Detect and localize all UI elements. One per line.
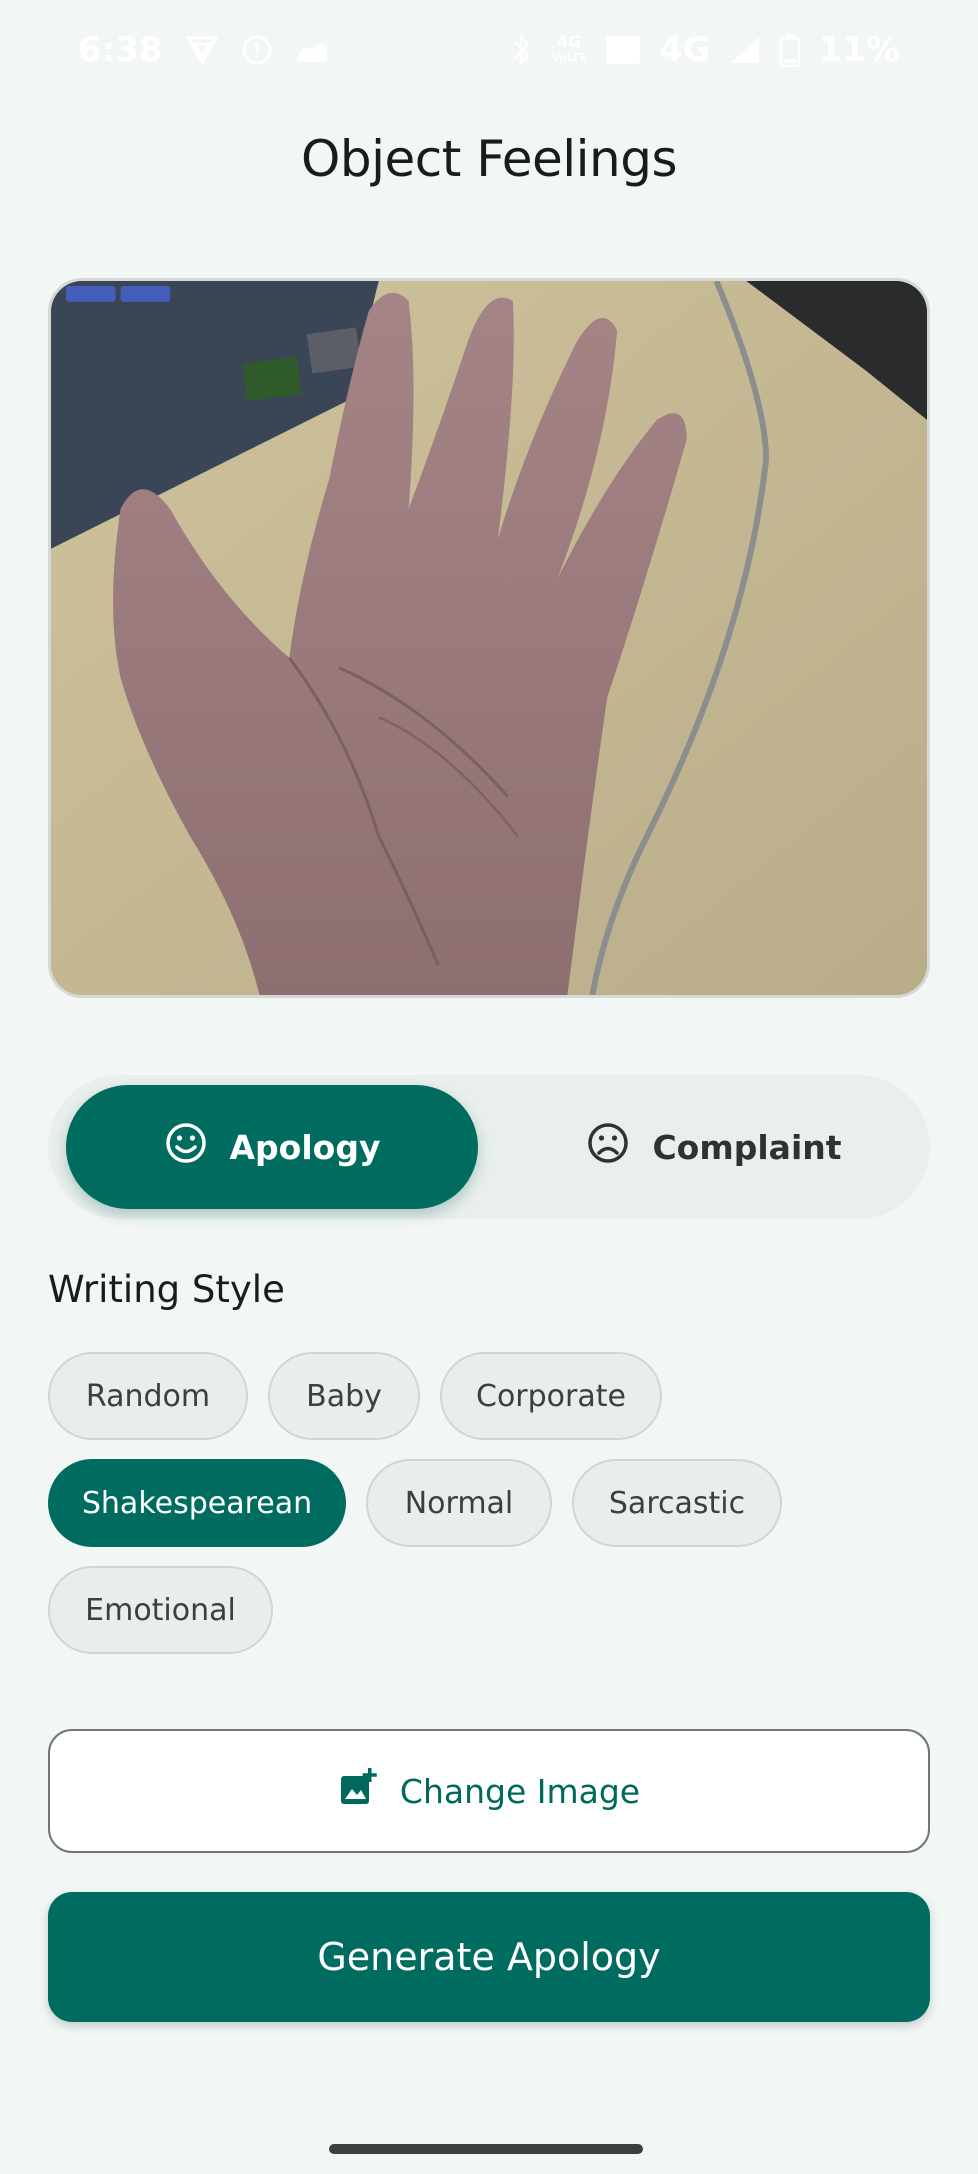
generate-label: Generate Apology xyxy=(317,1935,661,1979)
chip-random[interactable]: Random xyxy=(48,1352,248,1440)
home-indicator[interactable] xyxy=(329,2144,643,2154)
status-bar: 6:38 4G VoLTE 4G 11% xyxy=(0,0,978,100)
chip-label: Baby xyxy=(306,1378,382,1414)
chip-label: Sarcastic xyxy=(608,1485,746,1521)
complaint-label: Complaint xyxy=(652,1127,842,1167)
chip-sarcastic[interactable]: Sarcastic xyxy=(572,1459,782,1547)
chip-emotional[interactable]: Emotional xyxy=(48,1566,273,1654)
status-time: 6:38 xyxy=(78,30,163,70)
mode-toggle: Apology Complaint xyxy=(48,1075,930,1219)
selected-image-preview xyxy=(48,278,930,998)
vpn-icon xyxy=(184,35,219,65)
battery-icon xyxy=(779,33,801,67)
volte-icon xyxy=(605,35,641,65)
generate-apology-button[interactable]: Generate Apology xyxy=(48,1892,930,2022)
complaint-toggle-button[interactable]: Complaint xyxy=(508,1085,920,1209)
change-image-button[interactable]: Change Image xyxy=(48,1729,930,1853)
apology-toggle-button[interactable]: Apology xyxy=(66,1085,478,1209)
hand-photo xyxy=(51,281,927,995)
signal-icon xyxy=(729,35,761,65)
writing-style-label: Writing Style xyxy=(48,1268,285,1311)
chip-label: Corporate xyxy=(476,1378,626,1414)
chip-label: Normal xyxy=(404,1485,514,1521)
add-photo-icon xyxy=(338,1767,378,1815)
app-screen: 6:38 4G VoLTE 4G 11% Object Feelings Apo… xyxy=(0,0,978,2174)
page-title: Object Feelings xyxy=(300,130,678,188)
frown-icon xyxy=(586,1121,630,1173)
chip-normal[interactable]: Normal xyxy=(366,1459,552,1547)
smile-icon xyxy=(164,1121,208,1173)
chip-label: Random xyxy=(85,1378,211,1414)
network-type: 4G xyxy=(659,30,711,70)
chip-label: Emotional xyxy=(85,1592,236,1628)
chip-baby[interactable]: Baby xyxy=(268,1352,420,1440)
change-image-label: Change Image xyxy=(399,1771,641,1811)
data-indicator: 4G VoLTE xyxy=(551,32,588,65)
chip-shakespearean[interactable]: Shakespearean xyxy=(48,1459,346,1547)
chip-corporate[interactable]: Corporate xyxy=(440,1352,662,1440)
chip-label: Shakespearean xyxy=(81,1485,313,1521)
bluetooth-icon xyxy=(511,33,533,67)
alert-icon xyxy=(241,34,273,66)
battery-percent: 11% xyxy=(818,30,900,70)
app-notification-icon xyxy=(295,36,329,64)
apology-label: Apology xyxy=(229,1127,381,1167)
